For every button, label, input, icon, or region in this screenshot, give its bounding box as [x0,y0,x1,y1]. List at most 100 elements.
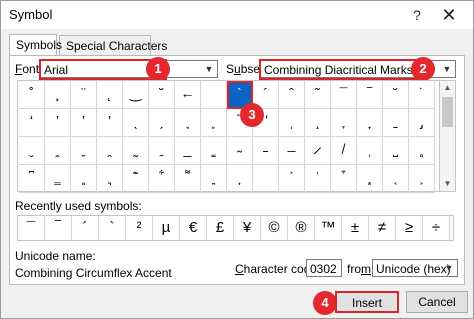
symbol-cell[interactable]: ͋ [149,165,175,193]
recent-symbol-cell[interactable]: µ [153,216,180,240]
subset-label-pre: S [226,62,235,76]
symbol-cell[interactable]: ̮ [71,137,97,165]
symbol-cell[interactable]: ͇ [45,165,71,193]
recent-symbol-cell[interactable]: ÷ [423,216,450,240]
symbol-cell[interactable]: ¸ [45,81,71,109]
symbol-cell[interactable]: ͔ [383,165,409,193]
unicode-name-label: Unicode name: [15,249,96,263]
scroll-up-icon[interactable]: ▲ [440,81,455,95]
chevron-down-icon[interactable]: ▼ [441,260,457,276]
chevron-down-icon[interactable]: ▼ [201,61,217,77]
from-dropdown[interactable]: Unicode (hex) ▼ [372,259,458,277]
symbol-cell[interactable]: ¯ [331,81,357,109]
symbol-cell[interactable]: ͍ [201,165,227,193]
symbol-cell[interactable]: ̳ [201,137,227,165]
symbol-cell[interactable]: ‾ [357,81,383,109]
symbol-cell[interactable]: ͏ [253,165,279,193]
symbol-cell[interactable]: ̻ [409,137,435,165]
from-label-access-key: m [361,262,372,276]
symbol-cell[interactable]: ̵ [253,137,279,165]
annotation-badge-4: 4 [313,291,337,315]
recent-symbol-cell[interactable]: ™ [315,216,342,240]
insert-button[interactable]: Insert [335,291,399,313]
symbol-cell[interactable]: ̡ [409,109,435,137]
symbol-cell[interactable]: ͉ [97,165,123,193]
symbol-cell[interactable]: ̗ [149,109,175,137]
symbol-cell[interactable]: ̯ [97,137,123,165]
scroll-down-icon[interactable]: ▼ [440,177,455,191]
symbol-cell[interactable]: ̹ [357,137,383,165]
close-icon[interactable]: ✕ [438,5,460,25]
recent-symbol-cell[interactable]: ´ [72,216,99,240]
window-title: Symbol [9,7,53,22]
recent-symbol-cell[interactable]: £ [207,216,234,240]
symbol-cell[interactable]: ͈ [71,165,97,193]
symbol-cell[interactable]: ̖ [123,109,149,137]
symbol-cell[interactable]: ̬ [19,137,45,165]
symbol-cell[interactable]: ͐ [279,165,305,193]
recent-symbol-cell[interactable]: ‾ [45,216,72,240]
recent-symbol-cell[interactable]: ¥ [234,216,261,240]
symbol-cell[interactable]: ̕ [97,109,123,137]
from-label-pre: fro [347,262,362,276]
symbol-cell[interactable]: ← [175,81,201,109]
symbol-cell[interactable]: ̱ [149,137,175,165]
symbol-cell[interactable]: ̭ [45,137,71,165]
cancel-button[interactable]: Cancel [406,291,468,313]
symbol-cell[interactable]: ͊ [123,165,149,193]
symbol-cell[interactable]: ͕ [409,165,435,193]
scroll-thumb[interactable] [442,97,453,127]
recent-symbol-cell[interactable]: ® [288,216,315,240]
symbol-cell[interactable]: ˛ [97,81,123,109]
recent-symbol-cell[interactable]: ≠ [369,216,396,240]
recent-symbol-cell[interactable]: ¯ [18,216,45,240]
tab-symbols[interactable]: Symbols [9,34,62,56]
symbol-cell[interactable]: ͒ [331,165,357,193]
symbol-grid[interactable]: ˚¸¨˛‿˘←`´ˆ˜¯‾˘˙̴̡̛̖̗̘̙̜̝̞̟̠̬̭̮̯̰̱̲̳̒̓̔̕̚… [17,80,440,193]
symbol-cell[interactable]: ̜ [279,109,305,137]
symbol-cell[interactable]: ͌ [175,165,201,193]
symbol-cell[interactable]: ‿ [123,81,149,109]
symbol-cell[interactable]: ̰ [123,137,149,165]
symbol-cell[interactable]: ̟ [357,109,383,137]
symbol-cell[interactable]: ˘ [149,81,175,109]
symbol-cell[interactable]: ̷ [305,137,331,165]
tab-special-characters[interactable]: Special Characters [59,35,167,55]
grid-scrollbar[interactable]: ▲ ▼ [440,80,456,192]
symbol-cell[interactable]: ¨ [71,81,97,109]
symbol-cell[interactable]: ̘ [175,109,201,137]
symbol-cell[interactable]: ˆ [279,81,305,109]
recent-symbol-cell[interactable]: € [180,216,207,240]
symbol-cell[interactable] [201,81,227,109]
recent-symbol-cell[interactable]: ` [99,216,126,240]
symbol-cell[interactable]: ˘ [383,81,409,109]
symbol-cell[interactable]: ˙ [409,81,435,109]
symbols-panel: Font: Arial ▼ 1 Subset: Combining Diacri… [9,55,465,285]
help-icon[interactable]: ? [406,5,428,25]
symbol-cell[interactable]: ̺ [383,137,409,165]
symbol-cell[interactable]: ̞ [331,109,357,137]
from-value: Unicode (hex) [376,262,451,276]
symbol-cell[interactable]: ͆ [19,165,45,193]
symbol-cell[interactable]: ͑ [305,165,331,193]
symbol-cell[interactable]: ̔ [71,109,97,137]
symbol-cell[interactable]: ̸ [331,137,357,165]
recent-symbol-cell[interactable]: © [261,216,288,240]
symbol-cell[interactable]: ˚ [19,81,45,109]
symbol-cell[interactable]: ̴ [227,137,253,165]
symbol-cell[interactable]: ̒ [19,109,45,137]
symbol-cell[interactable]: ̓ [45,109,71,137]
chevron-down-icon[interactable]: ▼ [439,61,455,77]
symbol-cell[interactable]: ̠ [383,109,409,137]
symbol-cell[interactable]: ̙ [201,109,227,137]
symbol-cell[interactable]: ̶ [279,137,305,165]
symbol-cell[interactable]: ͎ [227,165,253,193]
symbol-cell[interactable]: ̝ [305,109,331,137]
recent-symbol-cell[interactable]: ² [126,216,153,240]
character-code-input[interactable]: 0302 [306,259,342,277]
symbol-cell[interactable]: ͓ [357,165,383,193]
recent-symbol-cell[interactable]: ± [342,216,369,240]
symbol-cell[interactable]: ˜ [305,81,331,109]
recent-symbol-cell[interactable]: ≥ [396,216,423,240]
symbol-cell[interactable]: ̲ [175,137,201,165]
